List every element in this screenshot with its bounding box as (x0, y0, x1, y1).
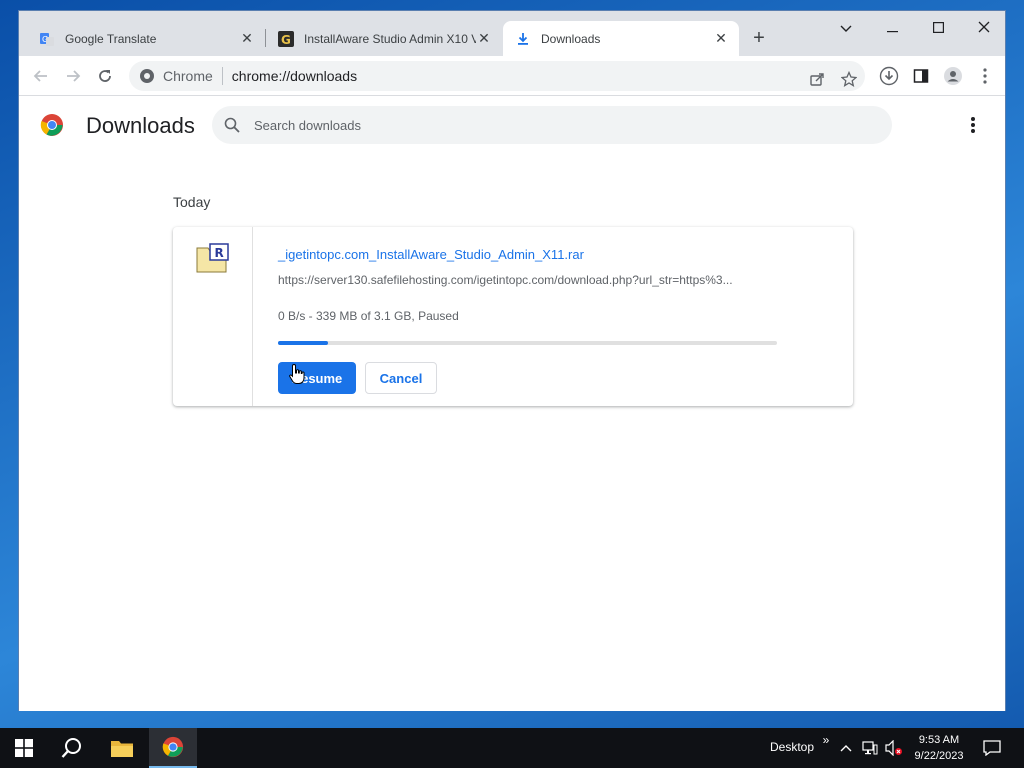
minimize-button[interactable] (869, 15, 915, 43)
profile-avatar-icon[interactable] (941, 64, 965, 88)
chrome-window: G Google Translate ✕ G InstallAware Stud… (18, 10, 1006, 711)
clock-date: 9/22/2023 (914, 750, 964, 762)
search-input[interactable] (254, 117, 854, 133)
search-icon (224, 117, 240, 133)
volume-muted-icon[interactable] (884, 738, 904, 758)
downloads-more-menu-icon[interactable] (964, 115, 982, 135)
windows-taskbar: Desktop » 9:53 AM 9/22/2023 (0, 728, 1024, 768)
page-title: Downloads (86, 113, 195, 138)
hidden-icons-chevron-icon[interactable] (836, 738, 856, 758)
downloads-header: Downloads (19, 97, 1005, 153)
tab-google-translate[interactable]: G Google Translate ✕ (27, 21, 265, 56)
taskbar-search-button[interactable] (48, 728, 96, 768)
network-icon[interactable] (860, 738, 880, 758)
folder-icon (111, 741, 133, 757)
rar-file-icon: R (196, 243, 229, 273)
tab-title: InstallAware Studio Admin X10 V (304, 31, 476, 46)
site-label: Chrome (163, 68, 213, 84)
toolbar-expand-chevron-icon[interactable]: » (816, 730, 836, 750)
downloads-page: Downloads Today R _igetintopc.com_Insta (19, 97, 1005, 711)
desktop-toolbar-label[interactable]: Desktop (770, 740, 814, 754)
svg-text:G: G (281, 33, 291, 47)
file-source-url[interactable]: https://server130.safefilehosting.com/ig… (278, 273, 778, 287)
side-panel-icon[interactable] (909, 64, 933, 88)
tab-strip: G Google Translate ✕ G InstallAware Stud… (19, 11, 1005, 56)
downloads-toolbar-icon[interactable] (877, 64, 901, 88)
bookmark-star-icon[interactable] (839, 69, 859, 89)
cancel-button[interactable]: Cancel (365, 362, 437, 394)
close-tab-icon[interactable]: ✕ (239, 30, 255, 47)
hand-cursor-icon (289, 363, 305, 384)
svg-text:R: R (215, 246, 224, 260)
file-icon-column: R (173, 227, 253, 406)
tab-title: Google Translate (65, 31, 157, 46)
system-clock[interactable]: 9:53 AM 9/22/2023 (908, 732, 970, 764)
date-group-label: Today (173, 194, 211, 210)
url-text[interactable]: chrome://downloads (232, 68, 357, 84)
chrome-site-icon (139, 68, 155, 84)
search-downloads-box[interactable] (212, 106, 892, 144)
share-icon[interactable] (807, 69, 827, 89)
close-window-button[interactable] (961, 15, 1007, 43)
download-arrow-icon (515, 31, 531, 47)
search-icon (61, 738, 81, 758)
clock-time: 9:53 AM (918, 734, 960, 746)
chrome-menu-icon[interactable] (973, 64, 997, 88)
close-tab-icon[interactable]: ✕ (713, 30, 729, 47)
maximize-button[interactable] (915, 15, 961, 43)
windows-logo-icon (15, 739, 33, 757)
download-item-card: R _igetintopc.com_InstallAware_Studio_Ad… (173, 227, 853, 406)
file-explorer-button[interactable] (98, 728, 146, 768)
file-name-link[interactable]: _igetintopc.com_InstallAware_Studio_Admi… (278, 247, 584, 262)
new-tab-button[interactable]: + (747, 27, 771, 51)
download-progress-fill (278, 341, 328, 345)
back-arrow-icon[interactable] (29, 64, 53, 88)
download-progress-bar (278, 341, 777, 345)
reload-icon[interactable] (93, 64, 117, 88)
start-button[interactable] (0, 728, 48, 768)
tab-search-chevron-icon[interactable] (823, 15, 869, 43)
chrome-logo-icon (40, 114, 63, 136)
download-status: 0 B/s - 339 MB of 3.1 GB, Paused (278, 309, 459, 323)
close-tab-icon[interactable]: ✕ (476, 30, 492, 47)
address-bar[interactable]: Chrome chrome://downloads (129, 61, 865, 91)
notification-center-icon[interactable] (982, 738, 1002, 758)
taskbar-chrome-button[interactable] (149, 728, 197, 768)
tab-installaware[interactable]: G InstallAware Studio Admin X10 V ✕ (266, 21, 502, 56)
browser-toolbar: Chrome chrome://downloads (19, 56, 1005, 96)
chrome-logo-icon (162, 736, 184, 758)
omnibox-divider (221, 67, 223, 85)
google-translate-icon: G (39, 31, 55, 47)
tab-title: Downloads (541, 31, 601, 46)
tab-downloads[interactable]: Downloads ✕ (503, 21, 739, 56)
getintopc-icon: G (278, 30, 294, 47)
forward-arrow-icon[interactable] (61, 64, 85, 88)
